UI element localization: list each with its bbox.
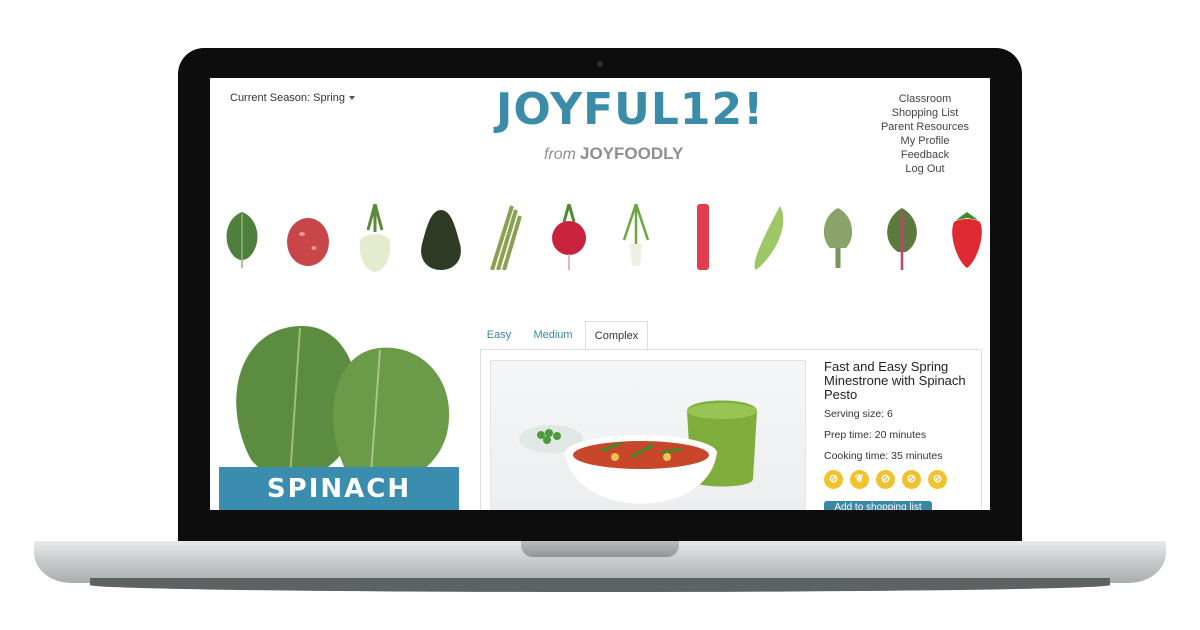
tab-complex[interactable]: Complex <box>585 321 648 351</box>
recipe-photo[interactable] <box>490 360 806 510</box>
no-dairy-icon: ⊘ <box>902 470 921 489</box>
fennel-icon[interactable] <box>350 204 400 272</box>
logo-subtitle: from JOYFOODLY <box>544 144 683 164</box>
tab-medium[interactable]: Medium <box>520 321 586 349</box>
nav-log-out[interactable]: Log Out <box>870 162 980 176</box>
laptop-notch <box>521 541 679 557</box>
add-to-shopping-list-button[interactable]: Add to shopping list <box>824 501 932 510</box>
nav-shopping-list[interactable]: Shopping List <box>870 106 980 120</box>
artichoke-icon[interactable] <box>814 204 862 270</box>
nav-classroom[interactable]: Classroom <box>870 92 980 106</box>
no-egg-icon: ⊘ <box>928 470 947 489</box>
snap-pea-icon[interactable] <box>746 204 790 272</box>
serving-size: Serving size: 6 <box>824 408 893 420</box>
nav-my-profile[interactable]: My Profile <box>870 134 980 148</box>
cooking-time: Cooking time: 35 minutes <box>824 450 943 462</box>
caret-down-icon <box>348 96 355 101</box>
produce-row <box>220 204 990 274</box>
laptop-base-edge <box>90 578 1110 592</box>
logo[interactable]: JOYFUL12! <box>496 84 764 135</box>
rhubarb-icon[interactable] <box>690 204 716 272</box>
nav-feedback[interactable]: Feedback <box>870 148 980 162</box>
asparagus-icon[interactable] <box>482 204 530 270</box>
season-label: Current Season: Spring <box>230 92 345 104</box>
avocado-icon[interactable] <box>418 208 464 270</box>
radish-icon[interactable] <box>546 204 592 270</box>
logo-from: from <box>544 146 576 163</box>
logo-brand: JOYFOODLY <box>580 144 684 163</box>
featured-produce-label: SPINACH <box>219 467 459 510</box>
recipe-title[interactable]: Fast and Easy Spring Minestrone with Spi… <box>824 360 974 402</box>
camera-icon <box>597 61 603 67</box>
green-onion-icon[interactable] <box>616 204 656 270</box>
nav-parent-resources[interactable]: Parent Resources <box>870 120 980 134</box>
vegetarian-icon: ❦ <box>850 470 869 489</box>
no-nut-icon: ⊘ <box>876 470 895 489</box>
season-selector[interactable]: Current Season: Spring <box>230 92 355 104</box>
potato-icon[interactable] <box>284 214 334 270</box>
spinach-icon[interactable] <box>220 206 264 272</box>
website-screen: Current Season: Spring JOYFUL12! from JOY… <box>210 78 990 510</box>
top-nav: Classroom Shopping List Parent Resources… <box>870 92 980 176</box>
strawberry-icon[interactable] <box>944 206 990 270</box>
tab-easy[interactable]: Easy <box>480 321 518 349</box>
spinach-photo <box>236 325 450 488</box>
chard-icon[interactable] <box>878 204 926 272</box>
no-gluten-icon: ⊘ <box>824 470 843 489</box>
prep-time: Prep time: 20 minutes <box>824 429 927 441</box>
